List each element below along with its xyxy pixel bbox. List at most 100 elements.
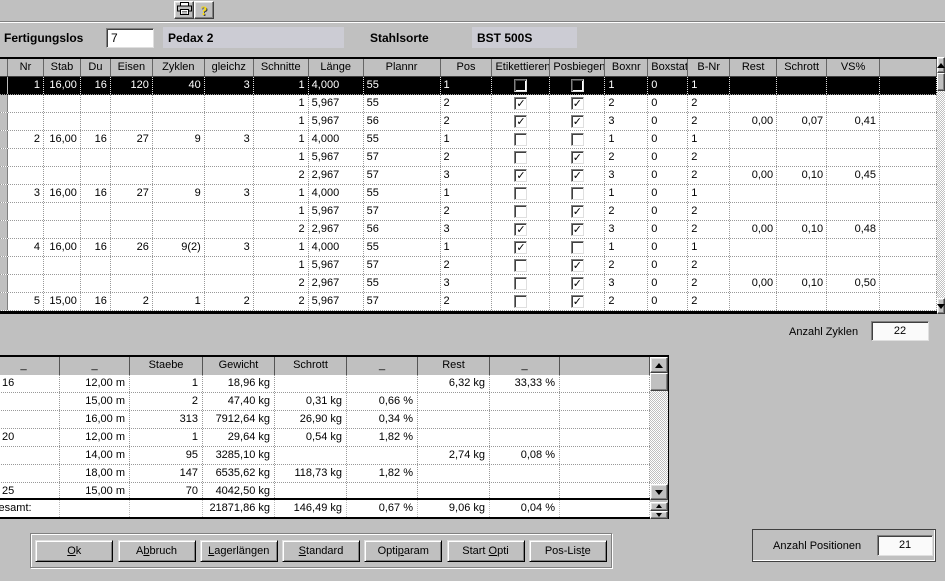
row-selector[interactable]	[0, 95, 8, 112]
cell	[777, 131, 827, 148]
scroll-down-button[interactable]	[650, 484, 668, 500]
row-selector[interactable]	[0, 77, 8, 94]
etikettieren-checkbox[interactable]	[514, 79, 527, 92]
cell: 0	[648, 275, 688, 292]
posbiegen-checkbox[interactable]	[571, 79, 584, 92]
table-row[interactable]: 18,00 m1476535,62 kg118,73 kg1,82 %	[0, 465, 650, 483]
main-table-scrollbar[interactable]	[937, 57, 945, 314]
table-row[interactable]: 15,967572✓202	[0, 257, 937, 275]
row-selector[interactable]	[0, 293, 8, 310]
scrollbar-thumb[interactable]	[937, 73, 945, 91]
row-selector[interactable]	[0, 185, 8, 202]
row-selector[interactable]	[0, 167, 8, 184]
etikettieren-checkbox[interactable]	[514, 259, 527, 272]
etikettieren-checkbox[interactable]: ✓	[514, 169, 527, 182]
fertigungslos-input[interactable]	[106, 28, 154, 48]
cell	[880, 275, 937, 292]
table-row[interactable]: 1612,00 m118,96 kg6,32 kg33,33 %	[0, 375, 650, 393]
scrollbar-thumb[interactable]	[650, 373, 668, 391]
etikettieren-checkbox[interactable]: ✓	[514, 241, 527, 254]
cell: 3	[605, 221, 648, 238]
table-row[interactable]: 216,0016279314,000551101	[0, 131, 937, 149]
pos-liste-button[interactable]: Pos-Liste	[529, 540, 607, 562]
posbiegen-checkbox[interactable]: ✓	[571, 277, 584, 290]
posbiegen-checkbox[interactable]: ✓	[571, 97, 584, 110]
row-selector[interactable]	[0, 131, 8, 148]
table-row[interactable]: 15,967572✓202	[0, 149, 937, 167]
cell	[827, 257, 880, 274]
cell	[44, 167, 81, 184]
row-selector[interactable]	[0, 221, 8, 238]
row-selector[interactable]	[0, 257, 8, 274]
table-row[interactable]: 416,0016269(2)314,000551✓101	[0, 239, 937, 257]
posbiegen-checkbox[interactable]	[571, 133, 584, 146]
etikettieren-checkbox[interactable]: ✓	[514, 115, 527, 128]
summary-head: __StaebeGewichtSchrott_Rest_	[0, 357, 650, 375]
row-selector[interactable]	[0, 113, 8, 130]
ok-button[interactable]: Ok	[35, 540, 113, 562]
table-row[interactable]: 14,00 m953285,10 kg2,74 kg0,08 %	[0, 447, 650, 465]
table-row[interactable]: 15,00 m247,40 kg0,31 kg0,66 %	[0, 393, 650, 411]
row-selector[interactable]	[0, 275, 8, 292]
scrollbar-track[interactable]	[650, 391, 668, 484]
table-row[interactable]: 15,967562✓✓3020,000,070,41	[0, 113, 937, 131]
etikettieren-checkbox[interactable]	[514, 187, 527, 200]
posbiegen-checkbox[interactable]: ✓	[571, 151, 584, 164]
cell	[827, 95, 880, 112]
row-selector[interactable]	[0, 149, 8, 166]
etikettieren-checkbox[interactable]: ✓	[514, 97, 527, 110]
cell: 2,74 kg	[418, 447, 490, 464]
print-button[interactable]	[174, 1, 194, 19]
posbiegen-checkbox[interactable]: ✓	[571, 205, 584, 218]
table-row[interactable]: 2515,00 m704042,50 kg	[0, 483, 650, 498]
start-opti-button[interactable]: Start Opti	[447, 540, 525, 562]
summary-scrollbar[interactable]	[650, 357, 668, 500]
cell	[560, 447, 650, 464]
etikettieren-checkbox[interactable]	[514, 133, 527, 146]
scroll-up-button[interactable]	[650, 357, 668, 373]
scroll-down-button[interactable]	[937, 298, 945, 314]
posbiegen-checkbox[interactable]: ✓	[571, 295, 584, 308]
cell: 0,31 kg	[275, 393, 347, 410]
table-row[interactable]: 15,967552✓✓202	[0, 95, 937, 113]
lagerlängen-button[interactable]: Lagerlängen	[200, 540, 278, 562]
etikettieren-checkbox[interactable]	[514, 205, 527, 218]
posbiegen-checkbox[interactable]: ✓	[571, 169, 584, 182]
column-header: Boxstat	[648, 59, 688, 76]
row-selector[interactable]	[0, 203, 8, 220]
row-selector-header	[0, 59, 8, 76]
table-row[interactable]: 2012,00 m129,64 kg0,54 kg1,82 %	[0, 429, 650, 447]
cell: 70	[130, 483, 203, 498]
posbiegen-checkbox[interactable]	[571, 241, 584, 254]
row-selector[interactable]	[0, 239, 8, 256]
summary-spinner[interactable]	[650, 502, 668, 519]
scrollbar-track[interactable]	[937, 91, 945, 298]
standard-button[interactable]: Standard	[282, 540, 360, 562]
optiparam-button[interactable]: Optiparam	[364, 540, 442, 562]
table-row[interactable]: 116,001612040314,000551101	[0, 77, 937, 95]
table-row[interactable]: 16,00 m3137912,64 kg26,90 kg0,34 %	[0, 411, 650, 429]
scroll-up-button[interactable]	[937, 57, 945, 73]
table-row[interactable]: 515,001621225,967572✓202	[0, 293, 937, 311]
cell	[880, 131, 937, 148]
cell: 0,50	[827, 275, 880, 292]
table-row[interactable]: 22,967563✓✓3020,000,100,48	[0, 221, 937, 239]
table-row[interactable]: 22,967573✓✓3020,000,100,45	[0, 167, 937, 185]
posbiegen-checkbox[interactable]: ✓	[571, 223, 584, 236]
cell	[492, 77, 550, 94]
spin-down-button[interactable]	[650, 511, 668, 520]
posbiegen-checkbox[interactable]	[571, 187, 584, 200]
table-row[interactable]: 316,0016279314,000551101	[0, 185, 937, 203]
table-row[interactable]: 22,967553✓3020,000,100,50	[0, 275, 937, 293]
table-row[interactable]: 15,967572✓202	[0, 203, 937, 221]
abbruch-button[interactable]: Abbruch	[118, 540, 196, 562]
etikettieren-checkbox[interactable]: ✓	[514, 223, 527, 236]
posbiegen-checkbox[interactable]: ✓	[571, 259, 584, 272]
etikettieren-checkbox[interactable]	[514, 277, 527, 290]
posbiegen-checkbox[interactable]: ✓	[571, 115, 584, 128]
etikettieren-checkbox[interactable]	[514, 151, 527, 164]
etikettieren-checkbox[interactable]	[514, 295, 527, 308]
column-header: Schrott	[275, 357, 347, 375]
spin-up-button[interactable]	[650, 502, 668, 511]
help-button[interactable]: ?	[194, 1, 214, 19]
